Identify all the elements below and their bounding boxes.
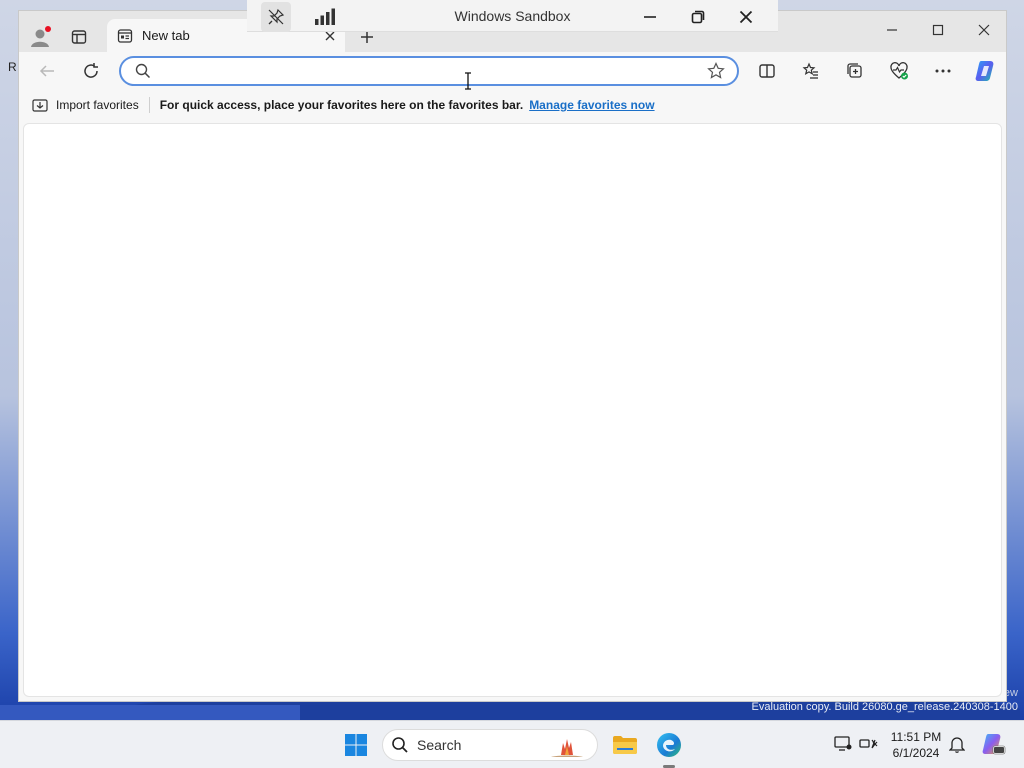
windows-logo-icon bbox=[345, 734, 367, 756]
tab-actions-icon bbox=[71, 30, 87, 44]
tray-network-volume-button[interactable] bbox=[858, 733, 880, 755]
settings-and-more-button[interactable] bbox=[929, 57, 957, 85]
favorites-bar: Import favorites For quick access, place… bbox=[19, 90, 1006, 120]
sandbox-title-bar: Windows Sandbox bbox=[247, 0, 778, 32]
collections-icon bbox=[847, 63, 862, 78]
copilot-pre-icon bbox=[982, 734, 1006, 755]
sandbox-close-button[interactable] bbox=[731, 2, 761, 32]
edge-icon bbox=[657, 733, 681, 757]
tab-actions-button[interactable] bbox=[65, 23, 93, 51]
refresh-icon bbox=[84, 63, 98, 78]
more-icon bbox=[935, 69, 951, 73]
clock-time: 11:51 PM bbox=[890, 730, 942, 744]
edge-browser-window: New tab Import favorites For quick acces… bbox=[18, 10, 1007, 702]
add-favorite-star-icon[interactable] bbox=[707, 62, 725, 85]
close-icon bbox=[325, 31, 335, 40]
folder-icon bbox=[613, 736, 637, 754]
sandbox-minimize-button[interactable] bbox=[635, 2, 665, 32]
maximize-icon bbox=[932, 24, 944, 36]
navigation-toolbar bbox=[19, 52, 1006, 90]
notification-bell-icon bbox=[949, 737, 965, 753]
search-highlight-icon bbox=[551, 739, 583, 757]
collections-button[interactable] bbox=[841, 57, 869, 85]
taskbar-copilot-button[interactable] bbox=[978, 729, 1008, 759]
clock-date: 6/1/2024 bbox=[892, 746, 940, 760]
profile-icon bbox=[31, 26, 51, 47]
desktop-partial-label: R bbox=[8, 60, 17, 74]
copilot-button[interactable] bbox=[971, 56, 1001, 86]
restore-icon bbox=[691, 10, 705, 24]
page-content-area bbox=[23, 123, 1002, 697]
text-cursor-icon bbox=[465, 72, 471, 90]
import-favorites-label: Import favorites bbox=[56, 98, 139, 112]
window-minimize-button[interactable] bbox=[877, 15, 907, 45]
import-favorites-icon bbox=[32, 99, 48, 112]
favorites-icon bbox=[802, 62, 818, 79]
taskbar: Search 11:51 PM 6/1/2024 bbox=[0, 720, 1024, 768]
favorites-bar-message: For quick access, place your favorites h… bbox=[159, 98, 524, 112]
copilot-icon bbox=[975, 61, 994, 81]
browser-essentials-button[interactable] bbox=[885, 57, 913, 85]
import-favorites-button[interactable]: Import favorites bbox=[32, 98, 139, 112]
minimize-icon bbox=[644, 16, 656, 18]
network-volume-icon bbox=[859, 739, 878, 749]
refresh-button[interactable] bbox=[77, 57, 105, 85]
back-button[interactable] bbox=[33, 57, 61, 85]
file-explorer-button[interactable] bbox=[608, 729, 642, 761]
profile-button[interactable] bbox=[27, 23, 55, 51]
plus-icon bbox=[361, 31, 373, 43]
minimize-icon bbox=[887, 29, 897, 31]
sandbox-restore-button[interactable] bbox=[683, 2, 713, 32]
window-maximize-button[interactable] bbox=[923, 15, 953, 45]
window-close-button[interactable] bbox=[969, 15, 999, 45]
new-tab-page-icon bbox=[117, 28, 133, 43]
display-icon bbox=[834, 736, 852, 751]
evaluation-watermark: Evaluation copy. Build 26080.ge_release.… bbox=[751, 701, 1018, 713]
edge-taskbar-button[interactable] bbox=[652, 729, 686, 761]
search-icon bbox=[135, 63, 151, 84]
favorites-divider bbox=[148, 97, 150, 113]
split-screen-icon bbox=[759, 64, 775, 78]
browser-essentials-icon bbox=[890, 62, 908, 80]
favorites-button[interactable] bbox=[797, 57, 825, 85]
close-icon bbox=[739, 10, 753, 24]
address-bar[interactable] bbox=[119, 56, 739, 86]
close-icon bbox=[978, 24, 990, 36]
manage-favorites-link[interactable]: Manage favorites now bbox=[529, 98, 654, 112]
taskbar-clock[interactable]: 11:51 PM 6/1/2024 bbox=[884, 727, 948, 763]
search-icon bbox=[392, 737, 408, 753]
tray-display-icon-button[interactable] bbox=[832, 733, 854, 755]
start-button[interactable] bbox=[340, 729, 372, 761]
taskbar-search-box[interactable]: Search bbox=[382, 729, 598, 761]
address-input[interactable] bbox=[161, 61, 701, 81]
notification-button[interactable] bbox=[946, 733, 968, 755]
split-screen-button[interactable] bbox=[753, 57, 781, 85]
taskbar-search-label: Search bbox=[417, 737, 462, 753]
back-icon bbox=[39, 65, 54, 77]
